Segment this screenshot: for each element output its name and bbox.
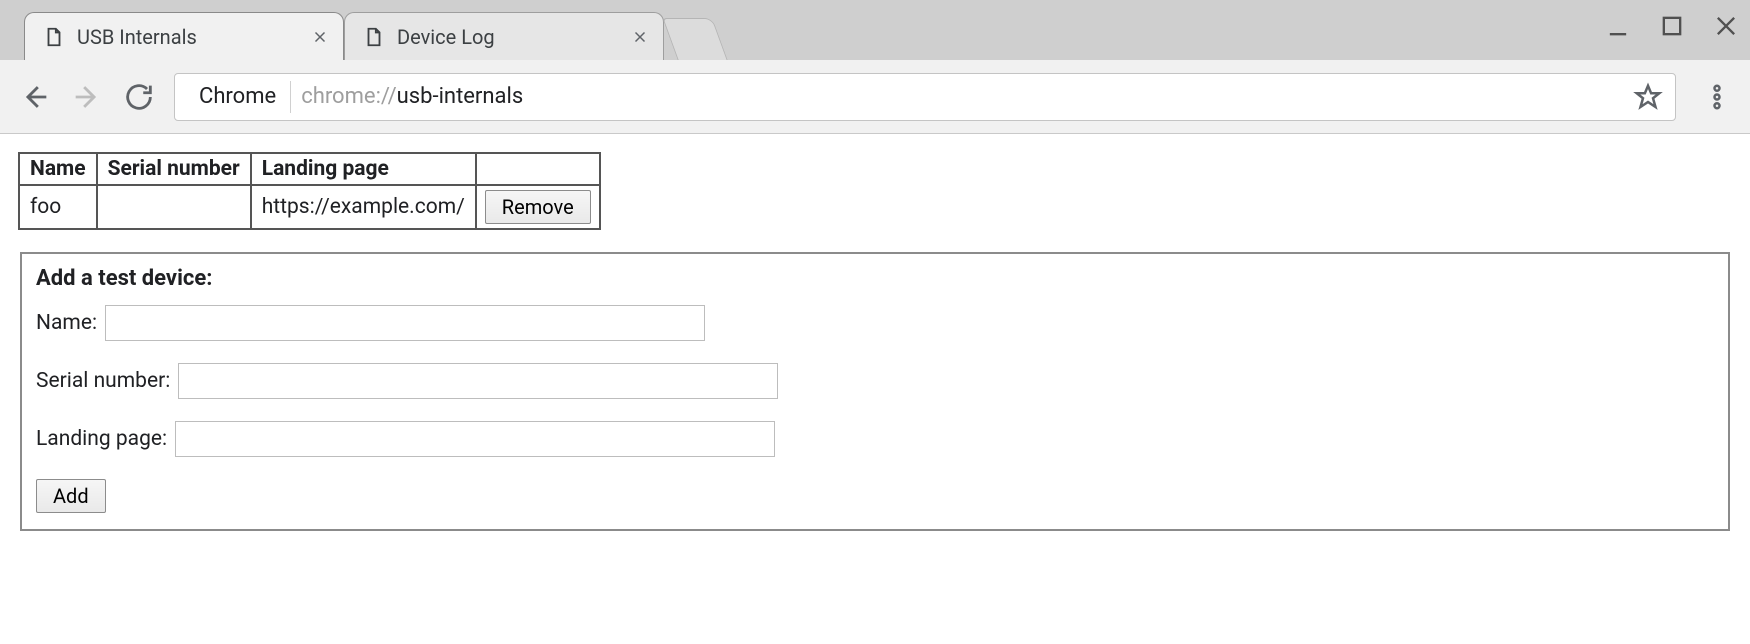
maximize-button[interactable] [1658, 12, 1686, 40]
bookmark-star-icon[interactable] [1633, 82, 1663, 112]
serial-input[interactable] [178, 363, 778, 399]
tab-device-log[interactable]: Device Log [344, 12, 664, 60]
browser-chrome: USB Internals Device Log [0, 0, 1750, 134]
add-button[interactable]: Add [36, 479, 106, 513]
window-controls [1604, 12, 1740, 40]
add-device-form: Add a test device: Name: Serial number: … [20, 252, 1730, 531]
tab-usb-internals[interactable]: USB Internals [24, 12, 344, 60]
back-button[interactable] [18, 80, 52, 114]
address-bar[interactable]: Chrome chrome://usb-internals [174, 73, 1676, 121]
cell-action: Remove [476, 185, 600, 229]
minimize-button[interactable] [1604, 12, 1632, 40]
col-name: Name [19, 153, 97, 185]
forward-button[interactable] [70, 80, 104, 114]
devices-table: Name Serial number Landing page foo http… [18, 152, 601, 230]
close-icon[interactable] [311, 28, 329, 46]
close-icon[interactable] [631, 28, 649, 46]
chip-label: Chrome [199, 84, 276, 109]
close-window-button[interactable] [1712, 12, 1740, 40]
table-header-row: Name Serial number Landing page [19, 153, 600, 185]
form-title: Add a test device: [36, 266, 1714, 291]
file-icon [43, 26, 65, 48]
page-content: Name Serial number Landing page foo http… [0, 134, 1750, 549]
security-chip[interactable]: Chrome [189, 81, 291, 113]
label-landing: Landing page: [36, 427, 167, 451]
reload-button[interactable] [122, 80, 156, 114]
url-path: usb-internals [397, 84, 524, 109]
landing-input[interactable] [175, 421, 775, 457]
cell-name: foo [19, 185, 97, 229]
cell-serial [97, 185, 251, 229]
label-name: Name: [36, 311, 97, 335]
col-landing: Landing page [251, 153, 476, 185]
name-input[interactable] [105, 305, 705, 341]
col-serial: Serial number [97, 153, 251, 185]
tab-title: Device Log [397, 25, 619, 49]
overflow-menu-button[interactable] [1702, 82, 1732, 112]
label-serial: Serial number: [36, 369, 170, 393]
toolbar: Chrome chrome://usb-internals [0, 60, 1750, 134]
remove-button[interactable]: Remove [485, 190, 591, 224]
file-icon [363, 26, 385, 48]
url-text: chrome://usb-internals [301, 84, 1623, 109]
new-tab-button[interactable] [662, 18, 727, 60]
cell-landing: https://example.com/ [251, 185, 476, 229]
url-scheme: chrome:// [301, 84, 396, 109]
col-action [476, 153, 600, 185]
tab-strip: USB Internals Device Log [0, 0, 1750, 60]
table-row: foo https://example.com/ Remove [19, 185, 600, 229]
tab-title: USB Internals [77, 25, 299, 49]
